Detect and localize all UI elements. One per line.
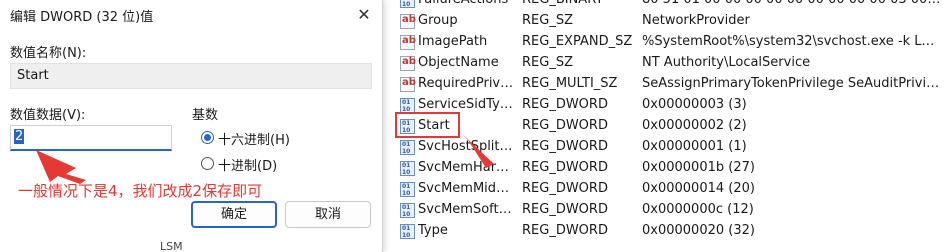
registry-value-name: ObjectName [418, 55, 499, 70]
registry-row[interactable]: SvcMemHardLi... REG_DWORD 0x0000001b (27) [392, 158, 952, 179]
string-icon [400, 35, 416, 50]
binary-icon [400, 203, 415, 218]
registry-value-name: ServiceSidType [418, 97, 516, 112]
registry-value-list: FailureActions REG_BINARY 80 51 01 00 00 0… [392, 0, 952, 252]
string-icon [400, 77, 416, 92]
registry-value-type: REG_DWORD [522, 202, 608, 217]
background-text-fragment: LSM [160, 240, 183, 252]
registry-value-data: 0x00000002 (2) [642, 118, 747, 133]
hex-radio[interactable] [201, 131, 214, 144]
registry-row[interactable]: RequiredPrivile... REG_MULTI_SZ SeAssignPr… [392, 74, 952, 95]
registry-row[interactable]: ObjectName REG_SZ NT Authority\LocalServic… [392, 53, 952, 74]
registry-row[interactable]: ServiceSidType REG_DWORD 0x00000003 (3) [392, 95, 952, 116]
start-highlight-box [395, 112, 460, 138]
registry-value-data: NetworkProvider [642, 13, 750, 28]
registry-value-type: REG_DWORD [522, 223, 608, 238]
string-icon [400, 56, 416, 71]
registry-row[interactable]: StartREG_DWORD0x00000002 (2) [392, 116, 952, 137]
dialog-title: 编辑 DWORD (32 位)值 [10, 10, 154, 25]
ok-button[interactable]: 确定 [191, 201, 277, 228]
registry-value-name: ImagePath [418, 34, 488, 49]
registry-value-type: REG_DWORD [522, 97, 608, 112]
registry-row[interactable]: Type REG_DWORD 0x00000020 (32) [392, 221, 952, 242]
registry-value-data: 0x0000000c (12) [642, 202, 754, 217]
registry-value-data: 0x00000020 (32) [642, 223, 755, 238]
registry-rows: FailureActions REG_BINARY 80 51 01 00 00 0… [392, 0, 952, 242]
registry-row[interactable]: Group REG_SZ NetworkProvider [392, 11, 952, 32]
registry-row[interactable]: FailureActions REG_BINARY 80 51 01 00 00 0… [392, 0, 952, 11]
registry-value-type: REG_DWORD [522, 139, 608, 154]
value-name-label: 数值名称(N): [10, 46, 87, 61]
binary-icon [400, 140, 415, 155]
registry-value-data: 0x00000001 (1) [642, 139, 747, 154]
registry-value-type: REG_SZ [522, 55, 573, 70]
registry-value-type: REG_DWORD [522, 181, 608, 196]
registry-value-name: SvcHostSplitDi... [418, 139, 516, 154]
edit-dword-dialog: 编辑 DWORD (32 位)值 ✕ 数值名称(N): Start 数值数据(V… [0, 0, 383, 252]
binary-icon [400, 98, 415, 113]
binary-icon [400, 0, 415, 8]
registry-row[interactable]: ImagePath REG_EXPAND_SZ %SystemRoot%\syste… [392, 32, 952, 53]
string-icon [400, 14, 416, 29]
binary-icon [400, 161, 415, 176]
base-group-label: 基数 [192, 108, 219, 123]
registry-value-name: FailureActions [418, 0, 516, 7]
binary-icon [400, 224, 415, 239]
dec-radio[interactable] [201, 157, 214, 170]
registry-value-name: SvcMemMidLi... [418, 181, 516, 196]
cancel-button[interactable]: 取消 [285, 201, 371, 228]
registry-value-data: 80 51 01 00 00 00 00 00 00 00 00 00 03 0… [642, 0, 942, 7]
registry-value-name: RequiredPrivile... [418, 76, 516, 91]
close-icon[interactable]: ✕ [346, 0, 382, 30]
value-data-label: 数值数据(V): [10, 108, 86, 123]
registry-value-type: REG_DWORD [522, 160, 608, 175]
registry-value-type: REG_DWORD [522, 118, 608, 133]
registry-value-name: Type [418, 223, 448, 238]
registry-value-data: %SystemRoot%\system32\svchost.exe -k Loc… [642, 34, 942, 49]
registry-value-data: 0x0000001b (27) [642, 160, 755, 175]
registry-value-name: Group [418, 13, 458, 28]
registry-value-data: SeAssignPrimaryTokenPrivilege SeAuditPri… [642, 76, 942, 91]
registry-row[interactable]: SvcMemMidLi... REG_DWORD 0x00000014 (20) [392, 179, 952, 200]
annotation-text: 一般情况下是4，我们改成2保存即可 [18, 182, 263, 200]
registry-value-name: SvcMemHardLi... [418, 160, 516, 175]
hex-radio-label[interactable]: 十六进制(H) [218, 129, 290, 148]
value-data-input[interactable]: 2 [10, 125, 172, 151]
registry-value-type: REG_EXPAND_SZ [522, 34, 633, 49]
registry-value-type: REG_MULTI_SZ [522, 76, 618, 91]
binary-icon [400, 182, 415, 197]
registry-value-data: 0x00000014 (20) [642, 181, 755, 196]
registry-value-data: NT Authority\LocalService [642, 55, 811, 70]
value-data-text: 2 [14, 129, 25, 144]
registry-value-data: 0x00000003 (3) [642, 97, 747, 112]
registry-value-name: SvcMemSoftLi... [418, 202, 516, 217]
registry-row[interactable]: SvcMemSoftLi... REG_DWORD 0x0000000c (12) [392, 200, 952, 221]
registry-value-type: REG_BINARY [522, 0, 603, 7]
registry-value-type: REG_SZ [522, 13, 573, 28]
value-name-field: Start [10, 63, 372, 89]
registry-row[interactable]: SvcHostSplitDi... REG_DWORD 0x00000001 (1) [392, 137, 952, 158]
dec-radio-label[interactable]: 十进制(D) [218, 155, 277, 174]
